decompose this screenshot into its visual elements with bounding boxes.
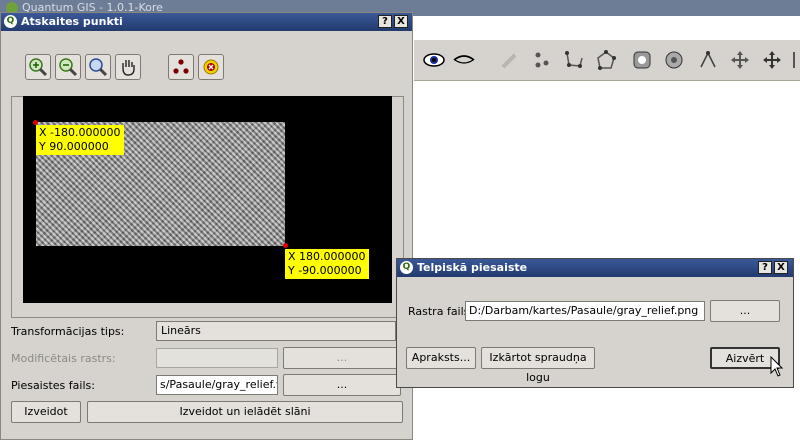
pencil-icon[interactable]	[498, 48, 522, 72]
add-point-button[interactable]	[168, 54, 194, 80]
raster-file-label: Rastra fails:	[408, 305, 474, 318]
zoom-in-icon	[29, 58, 48, 77]
modified-raster-field[interactable]	[156, 348, 278, 368]
georeferencer-titlebar: Q Atskaites punkti ? X	[1, 13, 412, 31]
delete-point-button[interactable]	[198, 54, 224, 80]
gcp-label-top-left: X -180.000000 Y 90.000000	[36, 125, 124, 155]
world-file-label: Piesaistes fails:	[11, 379, 95, 392]
extra-icon[interactable]	[788, 48, 800, 72]
description-button[interactable]: Apraksts...	[406, 347, 476, 369]
split-icon[interactable]	[696, 48, 720, 72]
add-island-icon[interactable]	[662, 48, 686, 72]
zoom-out-icon	[59, 58, 78, 77]
add-point-icon	[173, 59, 189, 74]
create-button[interactable]: Izveidot	[11, 401, 81, 423]
transform-type-value: Lineārs	[161, 324, 201, 337]
transform-type-label: Transformācijas tips:	[11, 325, 125, 338]
mouse-cursor-icon	[770, 355, 784, 381]
capture-points-icon[interactable]	[530, 48, 554, 72]
qgis-logo-icon: Q	[4, 15, 17, 28]
move-icon[interactable]	[728, 48, 752, 72]
raster-file-field[interactable]: D:/Darbam/kartes/Pasaule/gray_relief.png	[465, 301, 705, 321]
zoom-out-button[interactable]	[55, 54, 81, 80]
zoom-full-icon	[89, 58, 108, 77]
zoom-in-button[interactable]	[25, 54, 51, 80]
transform-type-select[interactable]: Lineārs	[156, 321, 396, 341]
create-and-load-button[interactable]: Izveidot un ielādēt slāni	[87, 401, 403, 423]
digitizing-toolbar	[414, 40, 800, 81]
spatial-reference-dialog: Q Telpiskā piesaiste ? X Rastra fails: D…	[396, 258, 794, 388]
qgis-logo-icon: Q	[400, 261, 413, 274]
gcp-label-bottom-right: X 180.000000 Y -90.000000	[285, 249, 369, 279]
zoom-full-button[interactable]	[85, 54, 111, 80]
delete-point-icon	[203, 59, 219, 75]
gcp-point-bottom-right[interactable]	[283, 243, 288, 248]
window-title: Atskaites punkti	[21, 15, 123, 28]
help-button[interactable]: ?	[378, 15, 392, 28]
pan-hand-icon	[122, 60, 135, 76]
raster-file-browse-button[interactable]: ...	[710, 300, 780, 322]
modified-raster-label: Modificētais rastrs:	[11, 352, 116, 365]
capture-polygon-icon[interactable]	[594, 48, 618, 72]
dialog-title: Telpiskā piesaiste	[417, 261, 528, 274]
eye-closed-icon[interactable]	[452, 48, 476, 72]
node-tool-icon[interactable]	[760, 48, 784, 72]
world-file-browse-button[interactable]: ...	[283, 374, 401, 396]
close-button[interactable]: X	[394, 15, 408, 28]
pan-button[interactable]	[115, 54, 141, 80]
world-file-field[interactable]: s/Pasaule/gray_relief.wld	[156, 375, 278, 395]
spatial-reference-titlebar: Q Telpiskā piesaiste ? X	[397, 259, 793, 277]
add-ring-icon[interactable]	[630, 48, 654, 72]
help-button[interactable]: ?	[758, 261, 772, 274]
eye-icon[interactable]	[422, 48, 446, 72]
capture-line-icon[interactable]	[562, 48, 586, 72]
modified-raster-browse-button[interactable]: ...	[283, 347, 401, 369]
arrange-plugin-window-button[interactable]: Izkārtot spraudņa logu	[481, 347, 595, 384]
close-button[interactable]: X	[774, 261, 788, 274]
